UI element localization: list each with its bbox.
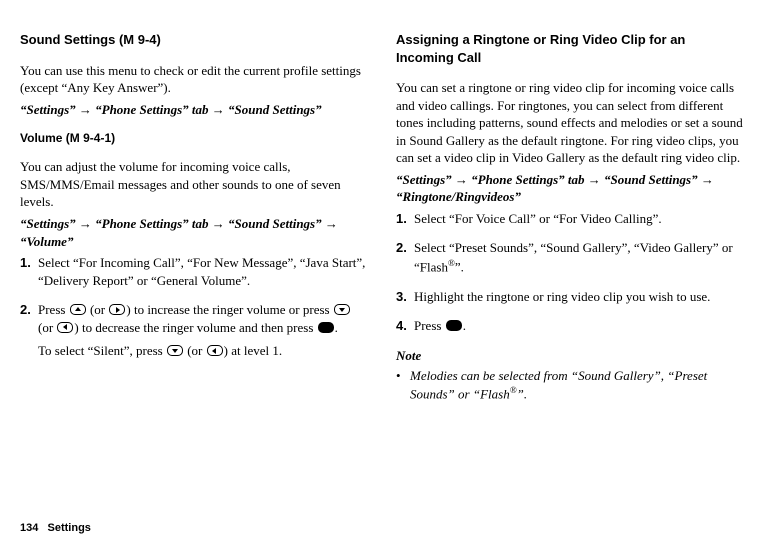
registered-mark: ® [510,385,517,395]
key-down-icon [334,304,350,315]
key-center-icon [318,322,334,333]
nav-path-ringtone: “Settings” → “Phone Settings” tab → “Sou… [396,171,744,206]
arrow-icon: → [209,102,229,117]
text-frag: (or [184,343,206,358]
arrow-icon: → [76,102,96,117]
nav-path-volume: “Settings” → “Phone Settings” tab → “Sou… [20,215,368,250]
arrow-icon: → [322,216,338,231]
text-frag: ) to increase the ringer volume or press [126,302,332,317]
nav-seg: “Phone Settings” tab [471,172,584,187]
arrow-icon: → [209,216,229,231]
ringtone-steps: 1. Select “For Voice Call” or “For Video… [396,210,744,341]
menu-code: (M 9-4) [115,32,161,47]
nav-seg: “Settings” [396,172,452,187]
nav-seg: “Volume” [20,234,73,249]
nav-path-sound-settings: “Settings” → “Phone Settings” tab → “Sou… [20,101,368,119]
step-body: Press . [414,317,744,341]
step-body: Select “Preset Sounds”, “Sound Gallery”,… [414,239,744,281]
note-item: • Melodies can be selected from “Sound G… [396,367,744,403]
key-down-icon [167,345,183,356]
text-frag: ”. [517,386,527,401]
volume-desc: You can adjust the volume for incoming v… [20,158,368,211]
volume-steps: 1. Select “For Incoming Call”, “For New … [20,254,368,366]
key-up-icon [70,304,86,315]
heading-text: Sound Settings [20,32,115,47]
step-body: Select “For Incoming Call”, “For New Mes… [38,254,368,295]
note-heading: Note [396,347,744,365]
text-frag: ) at level 1. [224,343,282,358]
arrow-icon: → [76,216,96,231]
step-text: Highlight the ringtone or ring video cli… [414,288,744,306]
text-frag: ”. [455,259,464,274]
registered-mark: ® [448,258,455,268]
step-text: Press . [414,317,744,335]
nav-seg: “Sound Settings” [604,172,698,187]
key-left-icon [207,345,223,356]
step-item: 1. Select “For Incoming Call”, “For New … [20,254,368,295]
step-number: 2. [20,301,38,366]
step-number: 1. [20,254,38,295]
sound-settings-desc: You can use this menu to check or edit t… [20,62,368,97]
text-frag: (or [38,320,56,335]
nav-seg: “Sound Settings” [228,216,322,231]
step-item: 1. Select “For Voice Call” or “For Video… [396,210,744,234]
step-text: Select “Preset Sounds”, “Sound Gallery”,… [414,239,744,275]
key-left-icon [57,322,73,333]
sound-settings-heading: Sound Settings (M 9-4) [20,31,368,49]
step-number: 3. [396,288,414,312]
assign-ringtone-heading: Assigning a Ringtone or Ring Video Clip … [396,31,744,66]
assign-ringtone-desc: You can set a ringtone or ring video cli… [396,79,744,167]
heading-text: Volume [20,131,62,145]
step-item: 3. Highlight the ringtone or ring video … [396,288,744,312]
nav-seg: “Phone Settings” tab [95,216,208,231]
text-frag: ) to decrease the ringer volume and then… [74,320,316,335]
nav-seg: “Settings” [20,216,76,231]
text-frag: Melodies can be selected from “Sound Gal… [410,368,707,402]
menu-code: (M 9-4-1) [62,131,115,145]
volume-heading: Volume (M 9-4-1) [20,130,368,146]
step-item: 4. Press . [396,317,744,341]
arrow-icon: → [585,172,605,187]
arrow-icon: → [698,172,714,187]
text-frag: To select “Silent”, press [38,343,166,358]
section-label: Settings [48,522,91,534]
content-columns: Sound Settings (M 9-4) You can use this … [20,18,744,403]
left-column: Sound Settings (M 9-4) You can use this … [20,18,368,403]
text-frag: (or [87,302,109,317]
nav-seg: “Ringtone/Ringvideos” [396,189,521,204]
nav-seg: “Phone Settings” tab [95,102,208,117]
right-column: Assigning a Ringtone or Ring Video Clip … [396,18,744,403]
page-number: 134 [20,522,38,534]
step-number: 1. [396,210,414,234]
nav-seg: “Sound Settings” [228,102,322,117]
step-body: Select “For Voice Call” or “For Video Ca… [414,210,744,234]
note-text: Melodies can be selected from “Sound Gal… [410,367,744,403]
page-footer: 134 Settings [20,521,91,536]
bullet-icon: • [396,367,410,403]
key-center-icon [446,320,462,331]
step-text: Press (or ) to increase the ringer volum… [38,301,368,336]
step-number: 2. [396,239,414,281]
step-body: Press (or ) to increase the ringer volum… [38,301,368,366]
text-frag: Press [38,302,69,317]
arrow-icon: → [452,172,472,187]
step-body: Highlight the ringtone or ring video cli… [414,288,744,312]
step-item: 2. Press (or ) to increase the ringer vo… [20,301,368,366]
nav-seg: “Settings” [20,102,76,117]
step-text: To select “Silent”, press (or ) at level… [38,342,368,360]
text-frag: . [335,320,338,335]
text-frag: . [463,318,466,333]
step-text: Select “For Incoming Call”, “For New Mes… [38,254,368,289]
key-right-icon [109,304,125,315]
step-text: Select “For Voice Call” or “For Video Ca… [414,210,744,228]
text-frag: Press [414,318,445,333]
step-item: 2. Select “Preset Sounds”, “Sound Galler… [396,239,744,281]
step-number: 4. [396,317,414,341]
